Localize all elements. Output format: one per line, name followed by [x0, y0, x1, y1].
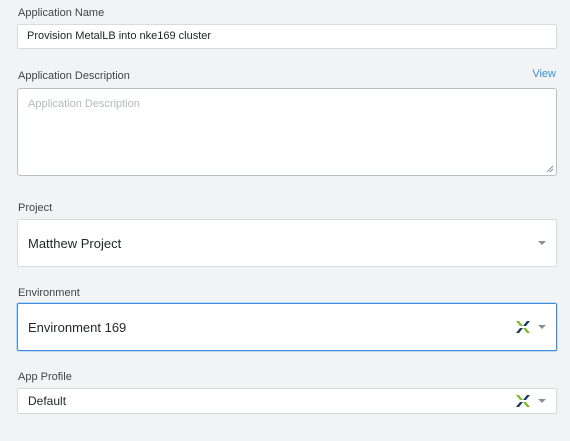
application-description-label: Application Description: [18, 70, 130, 82]
environment-selected-value: Environment 169: [28, 319, 127, 335]
application-description-textarea[interactable]: Application Description: [17, 88, 557, 176]
project-label: Project: [18, 202, 53, 214]
app-profile-selected-value: Default: [28, 394, 67, 408]
environment-select[interactable]: Environment 169: [17, 303, 557, 351]
app-profile-label: App Profile: [18, 371, 72, 383]
resize-handle-icon[interactable]: [546, 165, 554, 173]
project-selected-value: Matthew Project: [28, 235, 122, 251]
chevron-down-icon[interactable]: [538, 399, 546, 403]
environment-label: Environment: [18, 287, 80, 299]
chevron-down-icon[interactable]: [538, 325, 546, 329]
chevron-down-icon[interactable]: [538, 241, 546, 245]
nutanix-logo-icon: [516, 321, 530, 333]
application-description-placeholder: Application Description: [28, 98, 140, 110]
app-profile-select[interactable]: Default: [17, 388, 557, 414]
application-name-input[interactable]: Provision MetalLB into nke169 cluster: [17, 24, 557, 49]
view-link[interactable]: View: [532, 68, 556, 80]
application-name-label: Application Name: [18, 7, 105, 19]
project-select[interactable]: Matthew Project: [17, 219, 557, 267]
nutanix-logo-icon: [516, 395, 530, 407]
